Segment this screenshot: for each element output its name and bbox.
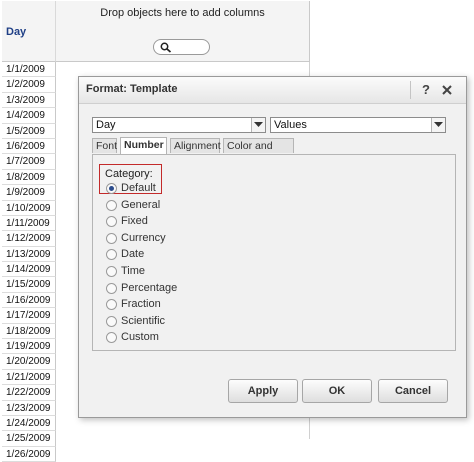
- table-row[interactable]: 1/9/2009: [2, 185, 56, 201]
- table-row[interactable]: 1/8/2009: [2, 169, 56, 186]
- table-row[interactable]: 1/21/2009: [2, 369, 56, 386]
- column-header-label: Day: [6, 26, 27, 38]
- radio-icon: [106, 216, 117, 228]
- table-row[interactable]: 1/25/2009: [2, 431, 56, 447]
- apply-button[interactable]: Apply: [228, 379, 298, 403]
- category-radio-label: General: [121, 198, 161, 211]
- radio-icon: [106, 249, 117, 261]
- radio-icon: [106, 299, 117, 311]
- column-drop-zone[interactable]: Drop objects here to add columns: [56, 1, 310, 62]
- radio-icon: [106, 315, 117, 327]
- object-select[interactable]: Day: [92, 117, 266, 133]
- category-radio-label: Date: [121, 248, 145, 261]
- table-row[interactable]: 1/17/2009: [2, 308, 56, 324]
- tab-alignment[interactable]: Alignment: [170, 138, 221, 153]
- dialog-title: Format: Template: [86, 83, 178, 95]
- close-icon: [442, 85, 452, 95]
- radio-icon: [106, 282, 117, 294]
- table-row[interactable]: 1/13/2009: [2, 246, 56, 263]
- table-row[interactable]: 1/16/2009: [2, 292, 56, 309]
- table-row[interactable]: 1/3/2009: [2, 92, 56, 109]
- table-row[interactable]: 1/19/2009: [2, 339, 56, 355]
- category-label: Category:: [105, 168, 153, 180]
- table-row[interactable]: 1/23/2009: [2, 400, 56, 416]
- category-radio-fixed[interactable]: Fixed: [106, 214, 256, 228]
- table-row[interactable]: 1/12/2009: [2, 231, 56, 247]
- column-header-day[interactable]: Day: [2, 1, 56, 62]
- category-radio-fraction[interactable]: Fraction: [106, 297, 256, 311]
- drop-zone-text: Drop objects here to add columns: [100, 7, 265, 19]
- table-row[interactable]: 1/1/2009: [2, 62, 56, 78]
- category-radio-custom[interactable]: Custom: [106, 330, 256, 344]
- tab-number[interactable]: Number: [120, 137, 167, 154]
- table-row[interactable]: 1/24/2009: [2, 415, 56, 432]
- table-row[interactable]: 1/6/2009: [2, 138, 56, 155]
- category-radio-label: Percentage: [121, 281, 178, 294]
- cancel-button[interactable]: Cancel: [378, 379, 448, 403]
- category-radio-label: Custom: [121, 331, 159, 344]
- table-row[interactable]: 1/20/2009: [2, 354, 56, 370]
- tab-font[interactable]: Font: [92, 138, 117, 153]
- category-radio-currency[interactable]: Currency: [106, 231, 256, 245]
- table-row[interactable]: 1/14/2009: [2, 262, 56, 278]
- category-radio-label: Scientific: [121, 314, 166, 327]
- chevron-down-icon[interactable]: [251, 118, 265, 132]
- category-radio-label: Default: [121, 182, 156, 194]
- category-radio-time[interactable]: Time: [106, 264, 256, 278]
- radio-icon: [106, 199, 117, 211]
- dialog-title-bar[interactable]: Format: Template ?: [79, 77, 466, 104]
- table-row[interactable]: 1/11/2009: [2, 215, 56, 232]
- format-dialog: Format: Template ? Day Values Font Numbe…: [78, 76, 467, 418]
- table-row[interactable]: 1/5/2009: [2, 123, 56, 139]
- table-row[interactable]: 1/26/2009: [2, 446, 56, 462]
- category-radio-default[interactable]: Default: [106, 181, 256, 195]
- target-select[interactable]: Values: [270, 117, 446, 133]
- table-row[interactable]: 1/4/2009: [2, 108, 56, 124]
- object-select-value: Day: [96, 119, 116, 131]
- category-radio-label: Fixed: [121, 215, 148, 228]
- category-radio-general[interactable]: General: [106, 198, 256, 212]
- table-row[interactable]: 1/18/2009: [2, 323, 56, 340]
- category-radio-label: Fraction: [121, 298, 161, 311]
- table-row[interactable]: 1/22/2009: [2, 385, 56, 401]
- category-radio-label: Time: [121, 265, 146, 277]
- ok-button[interactable]: OK: [302, 379, 372, 403]
- radio-icon: [106, 332, 117, 344]
- table-row[interactable]: 1/7/2009: [2, 154, 56, 170]
- close-button[interactable]: [440, 81, 454, 99]
- search-icon: [160, 42, 172, 53]
- table-row[interactable]: 1/10/2009: [2, 200, 56, 216]
- category-radio-date[interactable]: Date: [106, 247, 256, 261]
- category-radio-label: Currency: [121, 231, 166, 244]
- radio-icon: [106, 232, 117, 244]
- target-select-value: Values: [274, 119, 307, 131]
- row-list: 1/1/2009 1/2/2009 1/3/2009 1/4/2009 1/5/2009…: [2, 62, 56, 462]
- radio-icon: [106, 266, 117, 277]
- tab-color-and-lines[interactable]: Color and Lines: [223, 138, 294, 167]
- help-button[interactable]: ?: [419, 81, 433, 99]
- title-separator: [410, 81, 411, 99]
- category-radio-scientific[interactable]: Scientific: [106, 314, 256, 328]
- table-row[interactable]: 1/2/2009: [2, 77, 56, 93]
- radio-selected-icon: [106, 183, 117, 194]
- category-radio-percentage[interactable]: Percentage: [106, 281, 256, 295]
- search-button[interactable]: [153, 39, 210, 55]
- chevron-down-icon[interactable]: [431, 118, 445, 132]
- number-panel: Category: Default General Fixed Currency Dat…: [92, 154, 456, 351]
- table-row[interactable]: 1/15/2009: [2, 277, 56, 293]
